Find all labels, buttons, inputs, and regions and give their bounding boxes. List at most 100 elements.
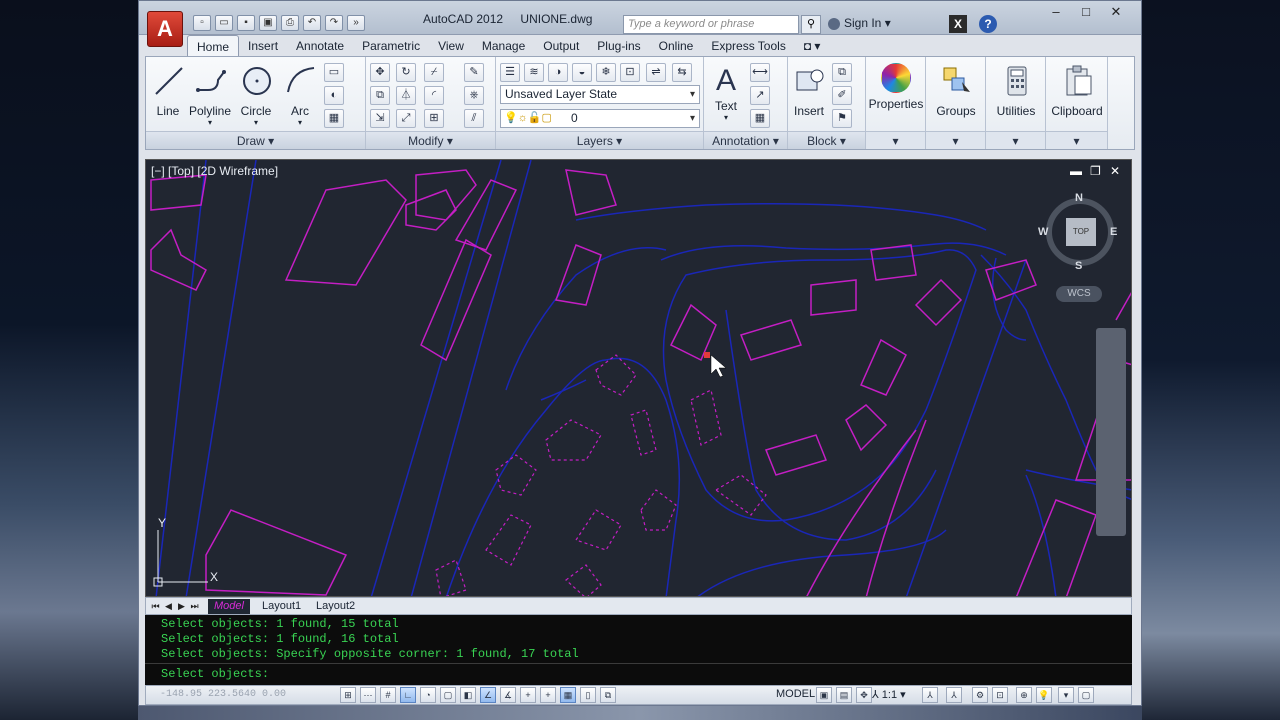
table-icon[interactable]: ▦ bbox=[750, 109, 770, 128]
utilities-panel-dropdown[interactable]: ▾ bbox=[986, 131, 1045, 149]
modify-panel-title[interactable]: Modify ▾ bbox=[366, 131, 495, 149]
application-menu-button[interactable]: A bbox=[147, 11, 183, 47]
erase-icon[interactable]: ✎ bbox=[464, 63, 484, 82]
grid-display-icon[interactable]: # bbox=[380, 687, 396, 703]
rectangle-icon[interactable]: ▭ bbox=[324, 63, 344, 82]
ortho-mode-icon[interactable]: ∟ bbox=[400, 687, 416, 703]
wcs-menu[interactable]: WCS bbox=[1056, 286, 1102, 302]
layer-isolate-icon[interactable]: ◒ bbox=[572, 63, 592, 82]
sign-in-button[interactable]: Sign In ▾ bbox=[828, 16, 891, 30]
mirror-icon[interactable]: ⏃ bbox=[396, 86, 416, 105]
viewport-minimize-icon[interactable]: ▬ bbox=[1070, 164, 1082, 178]
compass-south[interactable]: S bbox=[1075, 260, 1082, 272]
layer-walk-icon[interactable]: ⇆ bbox=[672, 63, 692, 82]
explode-icon[interactable]: ⎈ bbox=[464, 86, 484, 105]
model-space-button[interactable]: MODEL bbox=[776, 688, 815, 700]
annotation-visibility-icon[interactable]: ⅄ bbox=[922, 687, 938, 703]
close-button[interactable]: ✕ bbox=[1101, 4, 1131, 22]
navigation-bar[interactable] bbox=[1096, 328, 1126, 536]
tab-express-tools[interactable]: Express Tools bbox=[702, 35, 794, 57]
move-icon[interactable]: ✥ bbox=[370, 63, 390, 82]
tab-plug-ins[interactable]: Plug-ins bbox=[588, 35, 649, 57]
workspace-switching-icon[interactable]: ⚙ bbox=[972, 687, 988, 703]
offset-icon[interactable]: ⫽ bbox=[464, 109, 484, 128]
drawing-canvas[interactable]: [−] [Top] [2D Wireframe] ▬ ❐ ✕ Y X N S E… bbox=[145, 159, 1132, 597]
more-icon[interactable]: » bbox=[347, 15, 365, 31]
block-panel-title[interactable]: Block ▾ bbox=[788, 131, 865, 149]
snap-mode-icon[interactable]: ⋯ bbox=[360, 687, 376, 703]
circle-button[interactable]: Circle ▾ bbox=[236, 63, 276, 127]
command-window[interactable]: Select objects: 1 found, 15 total Select… bbox=[145, 615, 1132, 685]
print-icon[interactable]: ⎙ bbox=[281, 15, 299, 31]
status-bar-menu-icon[interactable]: ▾ bbox=[1058, 687, 1074, 703]
quick-view-drawings-icon[interactable]: ▤ bbox=[836, 687, 852, 703]
tab-manage[interactable]: Manage bbox=[473, 35, 534, 57]
binoculars-icon[interactable]: ⚲ bbox=[801, 15, 821, 34]
rotate-icon[interactable]: ↻ bbox=[396, 63, 416, 82]
scale-icon[interactable]: ⤢ bbox=[396, 109, 416, 128]
object-snap-icon[interactable]: ▢ bbox=[440, 687, 456, 703]
dimension-icon[interactable]: ⟷ bbox=[750, 63, 770, 82]
annotation-scale[interactable]: ⅄ 1:1 ▾ bbox=[872, 688, 906, 701]
search-input[interactable]: Type a keyword or phrase bbox=[623, 15, 799, 34]
tab-parametric[interactable]: Parametric bbox=[353, 35, 429, 57]
layer-properties-icon[interactable]: ☰ bbox=[500, 63, 520, 82]
tab-model[interactable]: Model bbox=[208, 599, 250, 614]
viewport-close-icon[interactable]: ✕ bbox=[1110, 164, 1120, 178]
compass-north[interactable]: N bbox=[1075, 192, 1083, 204]
leader-icon[interactable]: ↗ bbox=[750, 86, 770, 105]
layer-lock-icon[interactable]: ⊡ bbox=[620, 63, 640, 82]
tab-online[interactable]: Online bbox=[650, 35, 703, 57]
annotation-panel-title[interactable]: Annotation ▾ bbox=[704, 131, 787, 149]
fillet-icon[interactable]: ◜ bbox=[424, 86, 444, 105]
command-input[interactable]: Select objects: bbox=[161, 667, 269, 682]
viewcube-top-face[interactable]: TOP bbox=[1066, 218, 1096, 246]
stretch-icon[interactable]: ⇲ bbox=[370, 109, 390, 128]
ribbon-toggle-icon[interactable]: ◘ ▾ bbox=[795, 35, 830, 57]
coordinate-readout[interactable]: -148.95 223.5640 0.00 bbox=[160, 689, 286, 700]
clipboard-button[interactable]: Clipboard bbox=[1048, 63, 1106, 118]
create-block-icon[interactable]: ⧉ bbox=[832, 63, 852, 82]
tab-annotate[interactable]: Annotate bbox=[287, 35, 353, 57]
edit-block-icon[interactable]: ✐ bbox=[832, 86, 852, 105]
hardware-acceleration-icon[interactable]: ⊕ bbox=[1016, 687, 1032, 703]
copy-icon[interactable]: ⧉ bbox=[370, 86, 390, 105]
lineweight-icon[interactable]: + bbox=[540, 687, 556, 703]
auto-scale-icon[interactable]: ⅄ bbox=[946, 687, 962, 703]
selection-cycling-icon[interactable]: ⧉ bbox=[600, 687, 616, 703]
object-snap-tracking-icon[interactable]: ∠ bbox=[480, 687, 496, 703]
groups-panel-dropdown[interactable]: ▾ bbox=[926, 131, 985, 149]
quick-properties-icon[interactable]: ▯ bbox=[580, 687, 596, 703]
next-layout-icon[interactable]: ▶ bbox=[176, 600, 187, 612]
quick-view-layouts-icon[interactable]: ▣ bbox=[816, 687, 832, 703]
attribute-icon[interactable]: ⚑ bbox=[832, 109, 852, 128]
text-button[interactable]: A Text ▾ bbox=[708, 63, 744, 122]
undo-icon[interactable]: ↶ bbox=[303, 15, 321, 31]
isolate-objects-icon[interactable]: 💡 bbox=[1036, 687, 1052, 703]
redo-icon[interactable]: ↷ bbox=[325, 15, 343, 31]
transparency-icon[interactable]: ▦ bbox=[560, 687, 576, 703]
first-layout-icon[interactable]: ⏮ bbox=[150, 600, 161, 612]
layers-panel-title[interactable]: Layers ▾ bbox=[496, 131, 703, 149]
clipboard-panel-dropdown[interactable]: ▾ bbox=[1046, 131, 1107, 149]
dynamic-ucs-icon[interactable]: ∡ bbox=[500, 687, 516, 703]
viewport-restore-icon[interactable]: ❐ bbox=[1090, 164, 1101, 178]
arc-button[interactable]: Arc ▾ bbox=[282, 63, 318, 127]
groups-button[interactable]: Groups bbox=[928, 63, 984, 118]
hatch-icon[interactable]: ▦ bbox=[324, 109, 344, 128]
tab-output[interactable]: Output bbox=[534, 35, 588, 57]
tab-view[interactable]: View bbox=[429, 35, 473, 57]
lock-icon[interactable]: ⊡ bbox=[992, 687, 1008, 703]
tab-insert[interactable]: Insert bbox=[239, 35, 287, 57]
clean-screen-icon[interactable]: ▢ bbox=[1078, 687, 1094, 703]
properties-panel-dropdown[interactable]: ▾ bbox=[866, 131, 925, 149]
tab-layout1[interactable]: Layout1 bbox=[256, 599, 307, 614]
compass-east[interactable]: E bbox=[1110, 226, 1117, 238]
insert-button[interactable]: Insert bbox=[790, 63, 828, 118]
layer-states-icon[interactable]: ≋ bbox=[524, 63, 544, 82]
properties-button[interactable]: Properties bbox=[868, 63, 924, 111]
save-icon[interactable]: ▪ bbox=[237, 15, 255, 31]
trim-icon[interactable]: ⌿ bbox=[424, 63, 444, 82]
save-as-icon[interactable]: ▣ bbox=[259, 15, 277, 31]
maximize-button[interactable]: □ bbox=[1071, 4, 1101, 22]
